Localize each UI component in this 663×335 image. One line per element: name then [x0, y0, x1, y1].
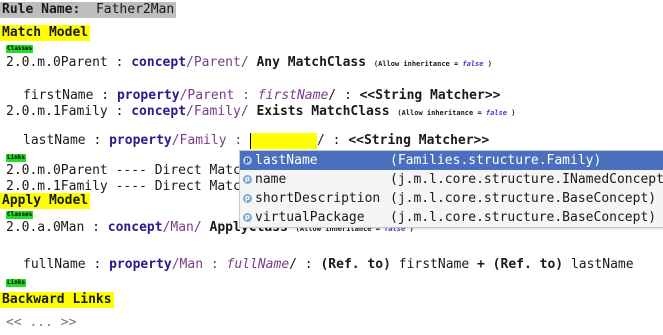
completion-type: (j.m.l.core.structure.INamedConcept) [390, 172, 663, 187]
property-attr: fullName [226, 257, 290, 272]
property-icon: p [243, 175, 252, 184]
plus-operator: + [477, 257, 485, 272]
completion-item[interactable]: p lastName (Families.structure.Family) [240, 151, 663, 170]
class-qualifier: Exists MatchClass [256, 104, 390, 119]
sep: : [85, 133, 110, 148]
man-property-line[interactable]: fullName : property/Man : fullName/ : (R… [23, 257, 634, 273]
backward-links-placeholder[interactable]: << ... >> [6, 315, 76, 331]
class-id: 2.0.a.0Man [6, 220, 85, 235]
sep: : [84, 220, 108, 235]
property-name: fullName [23, 257, 86, 272]
ref-argument[interactable]: lastName [563, 257, 634, 272]
concept-path: /Man/ [162, 220, 202, 235]
concept-keyword: concept [131, 104, 187, 119]
property-icon: p [243, 194, 252, 203]
property-path: /Parent : [179, 88, 258, 103]
inherit-label: (Allow inheritance = [397, 109, 482, 117]
match-class-family[interactable]: 2.0.m.1Family : concept/Family/ Exists M… [6, 104, 515, 121]
sep: : [107, 55, 132, 70]
property-name: lastName [23, 133, 86, 148]
parent-property-line[interactable]: firstName : property/Parent : firstName/… [23, 88, 501, 104]
completion-name: shortDescription [255, 191, 381, 206]
match-class-parent[interactable]: 2.0.m.0Parent : concept/Parent/ Any Matc… [6, 55, 492, 72]
concept-keyword: concept [131, 55, 187, 70]
property-icon: p [243, 213, 252, 222]
match-model-title: Match Model [0, 25, 91, 41]
property-path-end: / : [328, 88, 360, 103]
link-row[interactable]: 2.0.m.0Parent ---- Direct Match [6, 163, 249, 179]
apply-model-title: Apply Model [0, 193, 91, 209]
property-keyword: property [116, 88, 180, 103]
completion-popup: p lastName (Families.structure.Family) p… [239, 150, 663, 228]
sep: : [93, 88, 117, 103]
sep: : [107, 104, 132, 119]
property-icon: p [243, 156, 252, 165]
class-qualifier: Any MatchClass [256, 55, 367, 70]
completion-item[interactable]: p name (j.m.l.core.structure.INamedConce… [240, 170, 663, 189]
link-text: 2.0.m.1Family ---- Direct Match [6, 179, 249, 194]
match-links-tag: Links [6, 154, 27, 162]
attribute-input[interactable] [250, 133, 318, 149]
inherit-close: ) [511, 109, 516, 117]
property-attr: firstName [257, 88, 329, 103]
property-path: /Family : [171, 133, 251, 148]
completion-type: (Families.structure.Family) [390, 153, 602, 168]
backward-links-title: Backward Links [0, 292, 114, 308]
property-name: firstName [23, 88, 94, 103]
match-classes-tag: Classes [6, 45, 34, 53]
class-id: 2.0.m.0Parent [6, 55, 108, 70]
string-matcher: <<String Matcher>> [348, 133, 490, 148]
inherit-value[interactable]: false [486, 109, 507, 117]
concept-path: /Family/ [186, 104, 249, 119]
concept-path: /Parent/ [186, 55, 249, 70]
ref-to-keyword: (Ref. to) [320, 257, 391, 272]
completion-type: (j.m.l.core.structure.BaseConcept) [390, 191, 657, 206]
apply-classes-tag: Classes [6, 211, 34, 219]
rule-name-label: Rule Name: [2, 2, 81, 17]
completion-name: name [255, 172, 287, 187]
link-text: 2.0.m.0Parent ---- Direct Match [6, 163, 249, 178]
apply-links-tag: Links [6, 279, 27, 287]
inherit-close: ) [487, 60, 492, 68]
property-keyword: property [109, 133, 172, 148]
ref-to-keyword: (Ref. to) [484, 257, 564, 272]
completion-type: (j.m.l.core.structure.BaseConcept) [390, 210, 657, 225]
completion-item[interactable]: p virtualPackage (j.m.l.core.structure.B… [240, 208, 663, 227]
inherit-value[interactable]: false [462, 60, 483, 68]
completion-name: virtualPackage [255, 210, 365, 225]
concept-keyword: concept [107, 220, 163, 235]
class-id: 2.0.m.1Family [6, 104, 108, 119]
property-keyword: property [109, 257, 172, 272]
completion-name: lastName [255, 153, 318, 168]
sep: : [85, 257, 110, 272]
family-property-line[interactable]: lastName : property/Family : / : <<Strin… [23, 133, 489, 149]
property-path: /Man : [171, 257, 227, 272]
completion-item[interactable]: p shortDescription (j.m.l.core.structure… [240, 189, 663, 208]
property-path-end: / : [317, 133, 349, 148]
rule-name-header: Rule Name: Father2Man [0, 2, 177, 18]
ref-argument[interactable]: firstName [391, 257, 477, 272]
property-path-end: / : [289, 257, 321, 272]
string-matcher: <<String Matcher>> [359, 88, 501, 103]
rule-name-value[interactable]: Father2Man [96, 2, 174, 17]
inherit-label: (Allow inheritance = [373, 60, 459, 68]
